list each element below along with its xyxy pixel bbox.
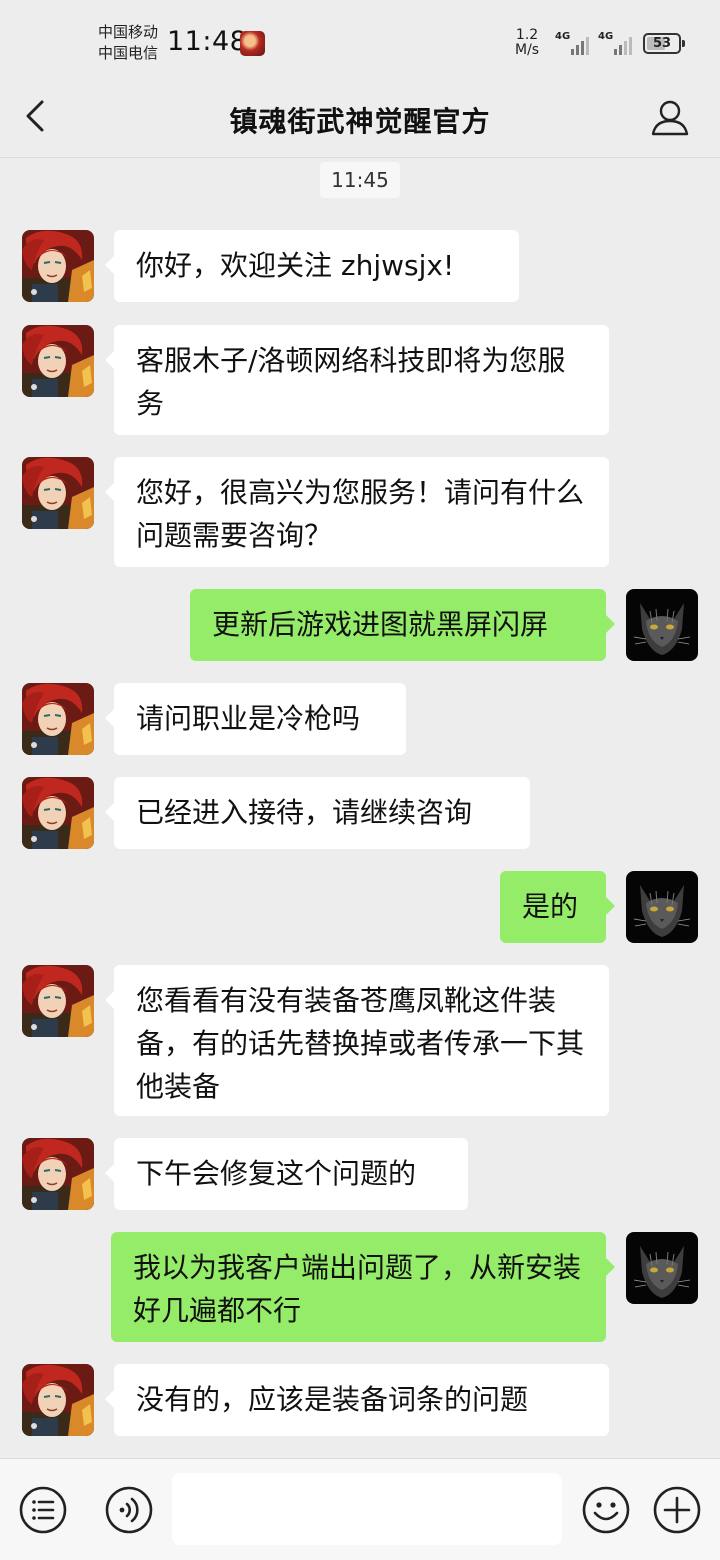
my-avatar[interactable]	[626, 871, 698, 943]
status-time: 11:48	[167, 26, 248, 57]
official-avatar[interactable]	[22, 457, 94, 529]
menu-icon	[19, 1486, 67, 1534]
signal-2-label: 4G	[598, 31, 614, 42]
official-avatar[interactable]	[22, 1138, 94, 1210]
message-bubble[interactable]: 已经进入接待，请继续咨询	[105, 777, 530, 849]
signal-1-label: 4G	[555, 31, 571, 42]
chat-title: 镇魂街武神觉醒官方	[229, 105, 491, 138]
message-bubble[interactable]: 没有的，应该是装备词条的问题	[105, 1364, 609, 1436]
message-input[interactable]	[172, 1473, 562, 1545]
person-icon	[651, 100, 689, 136]
plus-icon	[653, 1486, 701, 1534]
carrier-1: 中国移动	[98, 23, 159, 41]
message-bubble[interactable]: 你好，欢迎关注 zhjwsjx!	[105, 230, 519, 302]
emoji-button[interactable]	[581, 1485, 631, 1535]
official-avatar[interactable]	[22, 230, 94, 302]
message-bubble[interactable]: 您好，很高兴为您服务！请问有什么问题需要咨询？	[105, 457, 609, 567]
network-speed-value: 1.2	[515, 27, 539, 43]
signal-2-icon: 4G	[598, 31, 642, 55]
official-avatar[interactable]	[22, 683, 94, 755]
official-avatar[interactable]	[22, 325, 94, 397]
menu-button[interactable]	[18, 1485, 68, 1535]
chat-area[interactable]: 11:45 你好，欢迎关注 zhjwsjx! 客服木子/洛顿网络科技即将为您服务…	[0, 158, 720, 1458]
plus-button[interactable]	[652, 1485, 702, 1535]
battery-level: 53	[652, 36, 672, 51]
message-bubble[interactable]: 请问职业是冷枪吗	[105, 683, 406, 755]
official-avatar[interactable]	[22, 777, 94, 849]
message-bubble[interactable]: 下午会修复这个问题的	[105, 1138, 468, 1210]
status-bar: 中国移动 中国电信 11:48 1.2 M/s 4G 4G 53	[0, 0, 720, 80]
network-speed-unit: M/s	[515, 42, 540, 58]
message-bubble[interactable]: 是的	[500, 871, 615, 943]
game-notification-icon	[240, 31, 265, 56]
timestamp: 11:45	[320, 162, 400, 198]
battery-icon: 53	[643, 33, 685, 54]
signal-1-icon: 4G	[555, 31, 599, 55]
official-avatar[interactable]	[22, 965, 94, 1037]
profile-button[interactable]	[648, 96, 692, 140]
message-bubble[interactable]: 我以为我客户端出问题了，从新安装好几遍都不行	[111, 1232, 615, 1342]
my-avatar[interactable]	[626, 589, 698, 661]
network-speed: 1.2 M/s	[515, 28, 539, 58]
nav-bar: 镇魂街武神觉醒官方	[0, 80, 720, 158]
official-avatar[interactable]	[22, 1364, 94, 1436]
message-bubble[interactable]: 您看看有没有装备苍鹰凤靴这件装备，有的话先替换掉或者传承一下其他装备	[105, 965, 609, 1116]
emoji-icon	[582, 1486, 630, 1534]
input-bar	[0, 1458, 720, 1560]
message-bubble[interactable]: 客服木子/洛顿网络科技即将为您服务	[105, 325, 609, 435]
voice-button[interactable]	[104, 1485, 154, 1535]
my-avatar[interactable]	[626, 1232, 698, 1304]
carrier-2: 中国电信	[98, 44, 159, 62]
carrier-info: 中国移动 中国电信	[98, 22, 158, 64]
voice-icon	[105, 1486, 153, 1534]
message-bubble[interactable]: 更新后游戏进图就黑屏闪屏	[190, 589, 615, 661]
